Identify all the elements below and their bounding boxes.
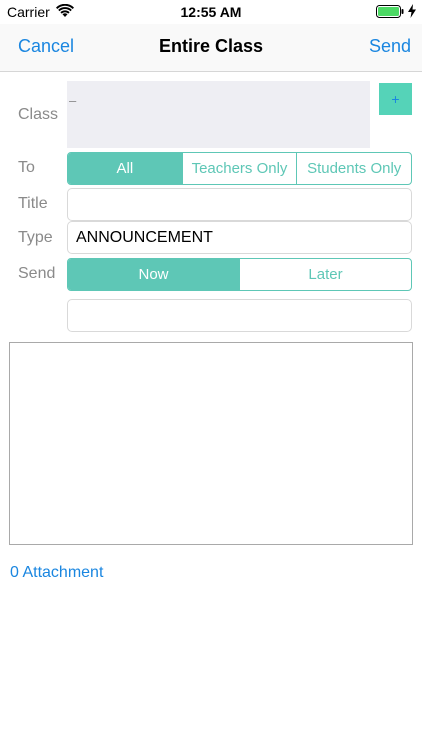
send-time-segmented-control: Now Later xyxy=(67,258,412,291)
nav-bar: Cancel Entire Class Send xyxy=(0,24,422,72)
segment-teachers-only[interactable]: Teachers Only xyxy=(183,153,298,184)
segment-students-only[interactable]: Students Only xyxy=(297,153,411,184)
class-value: – xyxy=(69,93,77,108)
message-textarea[interactable] xyxy=(9,342,413,545)
send-time-label: Send xyxy=(18,265,56,282)
cancel-button[interactable]: Cancel xyxy=(18,36,74,57)
charging-bolt-icon xyxy=(408,4,416,18)
segment-now[interactable]: Now xyxy=(68,259,240,290)
battery-icon xyxy=(376,5,404,18)
title-input[interactable] xyxy=(67,188,412,221)
status-time: 12:55 AM xyxy=(180,4,242,20)
segment-later[interactable]: Later xyxy=(240,259,411,290)
class-label: Class xyxy=(18,106,59,123)
attachment-link[interactable]: 0 Attachment xyxy=(10,564,103,582)
send-button[interactable]: Send xyxy=(369,36,411,57)
type-value: ANNOUNCEMENT xyxy=(76,229,213,246)
recipient-segmented-control: All Teachers Only Students Only xyxy=(67,152,412,185)
schedule-input[interactable] xyxy=(67,299,412,332)
add-class-button[interactable]: + xyxy=(379,83,412,115)
status-bar: Carrier 12:55 AM xyxy=(0,0,422,24)
segment-all[interactable]: All xyxy=(68,153,183,184)
type-field[interactable]: ANNOUNCEMENT xyxy=(67,221,412,254)
class-selection-box[interactable]: – xyxy=(67,81,370,148)
type-label: Type xyxy=(18,229,53,246)
to-label: To xyxy=(18,159,35,176)
title-label: Title xyxy=(18,195,48,212)
